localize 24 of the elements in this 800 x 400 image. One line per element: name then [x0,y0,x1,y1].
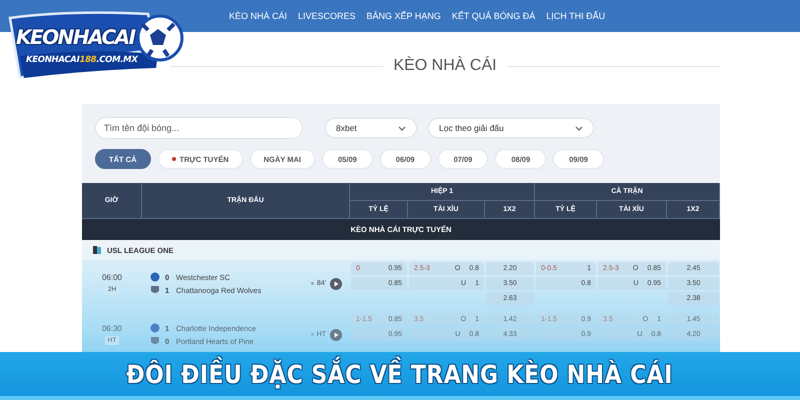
play-icon[interactable] [330,328,342,340]
dropdown-value: 8xbet [336,123,357,133]
search-field[interactable]: Tìm tên đội bóng... [95,117,303,139]
logo-domain: KEONHACAI188.COM.MX [26,55,138,65]
league-logo-icon [93,246,101,254]
page-heading: KÈO NHÀ CÁI [393,57,497,75]
team-crest-icon [150,272,160,282]
chevron-down-icon [575,126,583,130]
dropdown[interactable]: Lọc theo giải đấu [428,118,594,138]
shield-icon [150,336,160,346]
match-time: 06:00 [102,273,122,282]
match-time: 06:30 [102,324,122,333]
chevron-down-icon [398,126,406,130]
nav-link[interactable]: KÈO NHÀ CÁI [229,11,288,21]
nav-link[interactable]: KẾT QUẢ BÓNG ĐÁ [452,11,536,21]
nav-link[interactable]: LIVESCORES [298,11,356,21]
dropdown[interactable]: 8xbet [325,118,417,138]
nav-link[interactable]: BẢNG XẾP HẠNG [366,11,441,21]
logo-title: KEONHACAI [16,25,135,49]
team-crest-icon [150,323,160,333]
dropdown-value: Lọc theo giải đấu [439,123,504,133]
shield-icon [150,285,160,295]
nav-link[interactable]: LỊCH THI ĐẤU [546,11,606,21]
play-icon[interactable] [330,278,342,290]
